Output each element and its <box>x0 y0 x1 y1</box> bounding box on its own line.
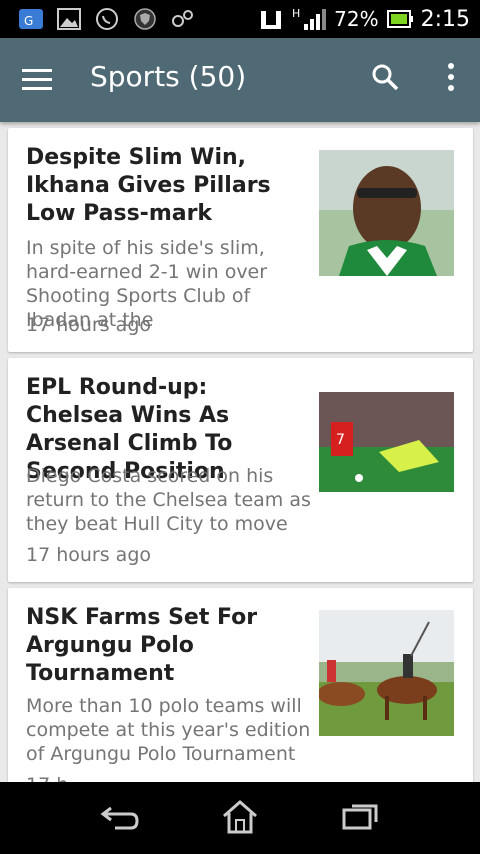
article-timestamp: 17 h <box>26 774 68 782</box>
battery-percent: 72% <box>334 7 379 31</box>
article-timestamp: 17 hours ago <box>26 544 152 566</box>
signal-icon: H <box>292 6 327 32</box>
app-bar: Sports (50) <box>0 38 480 122</box>
article-card[interactable]: NSK Farms Set For Argungu Polo Tournamen… <box>8 588 473 782</box>
svg-text:7: 7 <box>336 432 345 448</box>
article-title: Despite Slim Win, Ikhana Gives Pillars L… <box>26 145 271 226</box>
svg-text:G: G <box>24 14 33 28</box>
whatsapp-icon <box>94 6 120 32</box>
gallery-icon <box>56 6 82 32</box>
status-bar: G H 72% 2:15 <box>0 0 480 38</box>
article-description: More than 10 polo teams will compete at … <box>26 695 311 765</box>
notification-icons: G <box>18 6 196 32</box>
article-thumbnail <box>319 610 454 736</box>
article-thumbnail <box>319 150 454 276</box>
svg-text:H: H <box>292 7 300 20</box>
back-icon[interactable] <box>97 796 145 840</box>
app-notification-icon: G <box>18 6 44 32</box>
article-card[interactable]: Despite Slim Win, Ikhana Gives Pillars L… <box>8 128 473 352</box>
nfc-icon <box>258 6 284 32</box>
shield-icon <box>132 6 158 32</box>
article-thumbnail: 7 <box>319 392 454 492</box>
article-list[interactable]: Despite Slim Win, Ikhana Gives Pillars L… <box>0 122 480 782</box>
search-icon[interactable] <box>370 62 406 98</box>
home-icon[interactable] <box>218 796 266 840</box>
article-title: NSK Farms Set For Argungu Polo Tournamen… <box>26 605 258 686</box>
settings-sync-icon <box>170 6 196 32</box>
article-card[interactable]: EPL Round-up: Chelsea Wins As Arsenal Cl… <box>8 358 473 582</box>
recent-apps-icon[interactable] <box>338 796 386 840</box>
page-title: Sports (50) <box>90 60 247 93</box>
article-description: Diego Costa scored on his return to the … <box>26 465 311 535</box>
hamburger-menu-icon[interactable] <box>22 62 62 98</box>
clock: 2:15 <box>420 6 470 32</box>
overflow-menu-icon[interactable] <box>440 62 462 98</box>
system-navigation-bar <box>0 782 480 854</box>
article-timestamp: 17 hours ago <box>26 314 152 336</box>
battery-icon <box>386 6 413 32</box>
system-status: H 72% 2:15 <box>258 6 470 32</box>
